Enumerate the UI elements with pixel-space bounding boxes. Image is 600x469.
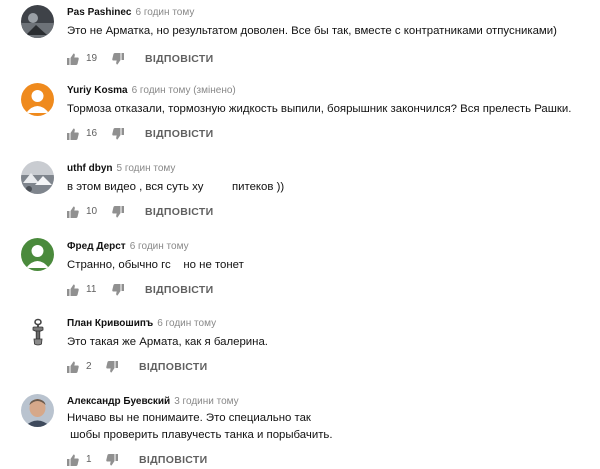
comment-time[interactable]: 6 годин тому [130,241,189,252]
thumbs-down-icon[interactable] [106,454,118,466]
reply-button[interactable]: ВІДПОВІСТИ [139,361,207,373]
avatar[interactable] [21,161,54,194]
thumbs-down-icon[interactable] [112,128,124,140]
like-count: 1 [86,454,92,465]
comment-author[interactable]: Yuriy Kosma [67,85,128,96]
photo-face-icon [21,394,54,427]
thumbs-up-icon[interactable] [67,53,79,65]
default-avatar-icon [21,83,54,116]
avatar[interactable] [21,394,54,427]
comment-text: Тормоза отказали, тормозную жидкость вып… [67,103,572,115]
comment-text: в этом видео , вся суть ху питеков )) [67,181,285,193]
comment-time[interactable]: 6 годин тому (змінено) [132,85,236,96]
comment-time[interactable]: 3 години тому [174,396,238,407]
hook-icon [21,316,54,349]
comment-time[interactable]: 6 годин тому [157,318,216,329]
thumbs-up-icon[interactable] [67,454,79,466]
reply-button[interactable]: ВІДПОВІСТИ [145,206,213,218]
thumbs-up-icon[interactable] [67,284,79,296]
reply-button[interactable]: ВІДПОВІСТИ [145,284,213,296]
like-count: 19 [86,53,98,64]
comment-text: Это не Арматка, но результатом доволен. … [67,25,557,37]
reply-button[interactable]: ВІДПОВІСТИ [145,128,213,140]
reply-button[interactable]: ВІДПОВІСТИ [139,454,207,466]
comment-author[interactable]: Александр Буевский [67,396,170,407]
thumbs-up-icon[interactable] [67,128,79,140]
avatar[interactable] [21,83,54,116]
like-count: 10 [86,206,98,217]
avatar[interactable] [21,238,54,271]
avatar[interactable] [21,5,54,38]
thumbs-down-icon[interactable] [112,53,124,65]
comment-author[interactable]: Фред Дерст [67,241,126,252]
like-count: 11 [86,284,97,295]
comment-time[interactable]: 5 годин тому [117,163,176,174]
like-count: 2 [86,361,92,372]
photo-snow-icon [21,161,54,194]
comment-text-line-1: Ничаво вы не понимаите. Это специально т… [67,412,311,424]
like-count: 16 [86,128,98,139]
default-avatar-icon [21,238,54,271]
thumbs-up-icon[interactable] [67,206,79,218]
comment-author[interactable]: Pas Pashinec [67,7,131,18]
comment-author[interactable]: План Кривошипъ [67,318,153,329]
comment-time[interactable]: 6 годин тому [135,7,194,18]
comment-text-line-2: шобы проверить плавучесть танка и порыба… [67,429,333,441]
thumbs-down-icon[interactable] [112,284,124,296]
comment-text: Странно, обычно гс но не тонет [67,259,244,271]
thumbs-down-icon[interactable] [106,361,118,373]
comment-text: Это такая же Армата, как я балерина. [67,336,268,348]
comment-author[interactable]: uthf dbyn [67,163,113,174]
avatar[interactable] [21,316,54,349]
thumbs-up-icon[interactable] [67,361,79,373]
photo-dark-icon [21,5,54,38]
thumbs-down-icon[interactable] [112,206,124,218]
reply-button[interactable]: ВІДПОВІСТИ [145,53,213,65]
